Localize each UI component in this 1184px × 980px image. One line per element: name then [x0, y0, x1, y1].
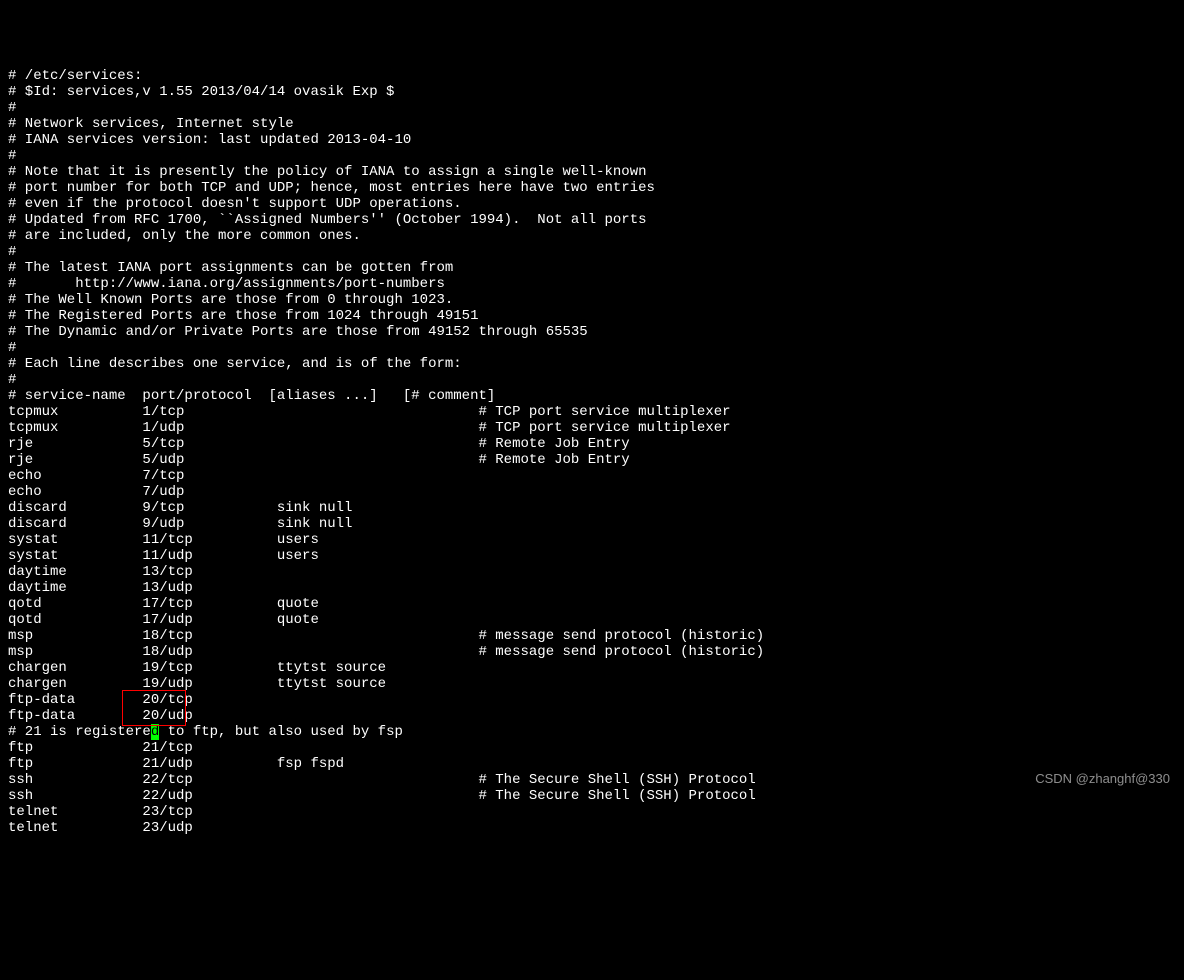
service-entry: ftp-data 20/udp [8, 708, 1176, 724]
file-comment-line: # $Id: services,v 1.55 2013/04/14 ovasik… [8, 84, 1176, 100]
service-entry: discard 9/tcp sink null [8, 500, 1176, 516]
file-comment-line: # port number for both TCP and UDP; henc… [8, 180, 1176, 196]
service-entry: msp 18/udp # message send protocol (hist… [8, 644, 1176, 660]
file-comment-line: # IANA services version: last updated 20… [8, 132, 1176, 148]
watermark-text: CSDN @zhanghf@330 [1035, 771, 1170, 787]
file-comment-line: # [8, 340, 1176, 356]
service-entry: telnet 23/tcp [8, 804, 1176, 820]
service-entry: ssh 22/tcp # The Secure Shell (SSH) Prot… [8, 772, 1176, 788]
file-comment-line: # service-name port/protocol [aliases ..… [8, 388, 1176, 404]
file-comment-line: # [8, 244, 1176, 260]
file-comment-line: # [8, 372, 1176, 388]
file-comment-line: # Each line describes one service, and i… [8, 356, 1176, 372]
file-comment-line: # are included, only the more common one… [8, 228, 1176, 244]
service-entry: systat 11/tcp users [8, 532, 1176, 548]
service-entry: telnet 23/udp [8, 820, 1176, 836]
text-cursor: d [151, 724, 159, 740]
service-entry: chargen 19/udp ttytst source [8, 676, 1176, 692]
file-comment-line: # http://www.iana.org/assignments/port-n… [8, 276, 1176, 292]
file-comment-line: # The Well Known Ports are those from 0 … [8, 292, 1176, 308]
terminal-output[interactable]: # /etc/services:# $Id: services,v 1.55 2… [8, 68, 1176, 836]
file-comment-line: # [8, 148, 1176, 164]
file-comment-line: # Network services, Internet style [8, 116, 1176, 132]
service-entry: ftp-data 20/tcp [8, 692, 1176, 708]
file-comment-line: # /etc/services: [8, 68, 1176, 84]
service-entry: tcpmux 1/tcp # TCP port service multiple… [8, 404, 1176, 420]
file-comment-line: # The Dynamic and/or Private Ports are t… [8, 324, 1176, 340]
service-entry: systat 11/udp users [8, 548, 1176, 564]
service-entry: discard 9/udp sink null [8, 516, 1176, 532]
service-entry: rje 5/tcp # Remote Job Entry [8, 436, 1176, 452]
file-comment-line: # Updated from RFC 1700, ``Assigned Numb… [8, 212, 1176, 228]
file-comment-line: # even if the protocol doesn't support U… [8, 196, 1176, 212]
service-entry: daytime 13/udp [8, 580, 1176, 596]
file-comment-line-cursor: # 21 is registered to ftp, but also used… [8, 724, 1176, 740]
service-entry: qotd 17/udp quote [8, 612, 1176, 628]
file-comment-line: # Note that it is presently the policy o… [8, 164, 1176, 180]
service-entry: ftp 21/tcp [8, 740, 1176, 756]
file-comment-line: # The Registered Ports are those from 10… [8, 308, 1176, 324]
service-entry: daytime 13/tcp [8, 564, 1176, 580]
service-entry: tcpmux 1/udp # TCP port service multiple… [8, 420, 1176, 436]
service-entry: echo 7/tcp [8, 468, 1176, 484]
service-entry: echo 7/udp [8, 484, 1176, 500]
file-comment-line: # [8, 100, 1176, 116]
service-entry: qotd 17/tcp quote [8, 596, 1176, 612]
service-entry: rje 5/udp # Remote Job Entry [8, 452, 1176, 468]
file-comment-line: # The latest IANA port assignments can b… [8, 260, 1176, 276]
service-entry: ftp 21/udp fsp fspd [8, 756, 1176, 772]
service-entry: chargen 19/tcp ttytst source [8, 660, 1176, 676]
service-entry: ssh 22/udp # The Secure Shell (SSH) Prot… [8, 788, 1176, 804]
service-entry: msp 18/tcp # message send protocol (hist… [8, 628, 1176, 644]
